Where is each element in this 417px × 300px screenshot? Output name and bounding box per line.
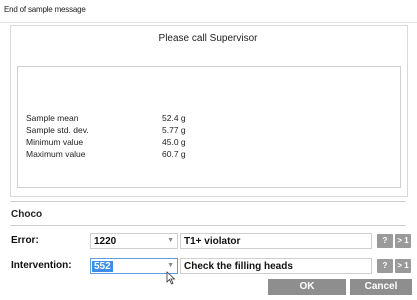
intervention-next-button[interactable]: > 1 bbox=[395, 259, 411, 273]
intervention-description: Check the filling heads bbox=[184, 261, 293, 272]
intervention-code-select[interactable]: 552 ▼ bbox=[90, 258, 178, 274]
stat-value: 60.7 g bbox=[162, 149, 186, 159]
intervention-description-field[interactable]: Check the filling heads bbox=[180, 258, 372, 274]
error-description-field[interactable]: T1+ violator bbox=[180, 233, 372, 249]
error-description: T1+ violator bbox=[184, 236, 241, 247]
supervisor-message: Please call Supervisor bbox=[158, 33, 258, 44]
stat-value: 52.4 g bbox=[162, 113, 186, 123]
title-bar: End of sample message bbox=[0, 0, 417, 20]
product-name: Choco bbox=[11, 209, 43, 220]
mouse-pointer-icon bbox=[166, 271, 176, 285]
stat-label: Maximum value bbox=[26, 149, 86, 159]
intervention-code-value[interactable]: 552 bbox=[92, 261, 113, 272]
section-divider bbox=[10, 225, 406, 226]
title-divider bbox=[0, 22, 417, 23]
stat-value: 45.0 g bbox=[162, 137, 186, 147]
chevron-down-icon[interactable]: ▼ bbox=[167, 237, 174, 244]
stat-value: 5.77 g bbox=[162, 125, 186, 135]
stat-label: Sample mean bbox=[26, 113, 79, 123]
stat-label: Sample std. dev. bbox=[26, 125, 89, 135]
error-help-button[interactable]: ? bbox=[377, 234, 393, 248]
stat-row-maximum: Maximum value 60.7 g bbox=[26, 149, 266, 161]
error-code-select[interactable]: 1220 ▼ bbox=[90, 233, 178, 249]
ok-button[interactable]: OK bbox=[268, 279, 346, 295]
statistics-pane: Sample mean 52.4 g Sample std. dev. 5.77… bbox=[17, 66, 401, 188]
error-label: Error: bbox=[11, 235, 39, 246]
window-title: End of sample message bbox=[4, 5, 86, 14]
stat-label: Minimum value bbox=[26, 137, 84, 147]
intervention-label: Intervention: bbox=[11, 260, 72, 271]
intervention-help-button[interactable]: ? bbox=[377, 259, 393, 273]
stat-row-std-dev: Sample std. dev. 5.77 g bbox=[26, 125, 266, 137]
stat-row-minimum: Minimum value 45.0 g bbox=[26, 137, 266, 149]
message-pane: Please call Supervisor bbox=[17, 29, 399, 59]
error-code-value: 1220 bbox=[94, 236, 117, 247]
stat-row-mean: Sample mean 52.4 g bbox=[26, 113, 266, 125]
message-frame: Please call Supervisor Sample mean 52.4 … bbox=[10, 25, 408, 197]
cancel-button[interactable]: Cancel bbox=[350, 279, 412, 295]
chevron-down-icon[interactable]: ▼ bbox=[167, 262, 174, 269]
section-divider bbox=[10, 201, 406, 202]
error-next-button[interactable]: > 1 bbox=[395, 234, 411, 248]
